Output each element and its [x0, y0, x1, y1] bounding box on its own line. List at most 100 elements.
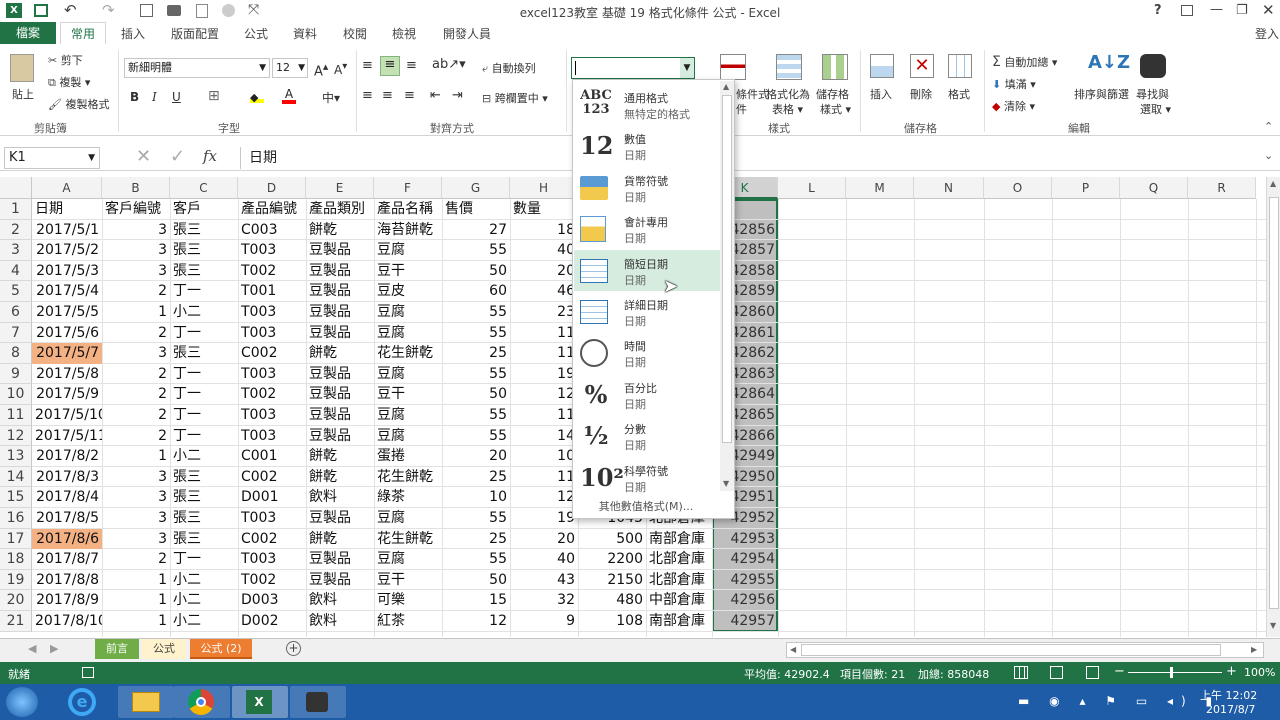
row-header[interactable]: 11 — [0, 405, 32, 426]
cell-d11[interactable]: T003 — [238, 405, 306, 426]
cell-d10[interactable]: T002 — [238, 384, 306, 405]
chrome-icon[interactable] — [174, 686, 230, 718]
cell-g11[interactable]: 55 — [442, 405, 510, 426]
cell-c6[interactable]: 小二 — [170, 302, 238, 323]
shrink-font-button[interactable]: A▾ — [334, 61, 347, 77]
tab-home[interactable]: 常用 — [60, 22, 106, 45]
cell-e9[interactable]: 豆製品 — [306, 364, 374, 385]
more-number-formats[interactable]: 其他數值格式(M)... — [573, 498, 719, 514]
cell-g15[interactable]: 10 — [442, 487, 510, 508]
cell-a15[interactable]: 2017/8/4 — [32, 487, 102, 508]
number-format-option[interactable]: 10² 科學符號 日期 — [574, 457, 720, 498]
camera-icon[interactable] — [167, 5, 181, 16]
page-layout-view-icon[interactable] — [1050, 666, 1063, 679]
cell-j18[interactable]: 北部倉庫 — [646, 549, 712, 570]
format-painter-button[interactable]: 🖌 複製格式 — [48, 96, 109, 112]
restore-button[interactable]: ❐ — [1236, 3, 1248, 18]
cell-e13[interactable]: 餅乾 — [306, 446, 374, 467]
row-header[interactable]: 18 — [0, 549, 32, 570]
zoom-out-button[interactable]: − — [1114, 664, 1125, 679]
cell-f14[interactable]: 花生餅乾 — [374, 467, 442, 488]
macro-record-icon[interactable] — [82, 667, 94, 678]
column-header-a[interactable]: A — [32, 177, 102, 199]
scroll-left-icon[interactable]: ◀ — [790, 645, 796, 654]
number-format-option[interactable]: 詳細日期 日期 — [574, 291, 720, 332]
qat-icon-1[interactable] — [140, 4, 153, 17]
cell-d6[interactable]: T003 — [238, 302, 306, 323]
cell-f6[interactable]: 豆腐 — [374, 302, 442, 323]
cell-a12[interactable]: 2017/5/11 — [32, 426, 102, 447]
column-header-e[interactable]: E — [306, 177, 374, 199]
cell-h5[interactable]: 46 — [510, 281, 578, 302]
font-name-select[interactable]: 新細明體 ▼ — [124, 58, 270, 78]
cell-a9[interactable]: 2017/5/8 — [32, 364, 102, 385]
vertical-scrollbar[interactable]: ▲ ▼ — [1266, 177, 1280, 637]
cell-g5[interactable]: 60 — [442, 281, 510, 302]
copy-button[interactable]: ⧉ 複製 ▾ — [48, 74, 90, 90]
number-format-option[interactable]: 12 數值 日期 — [574, 125, 720, 166]
cell-h2[interactable]: 18 — [510, 220, 578, 241]
number-format-option[interactable]: ½ 分數 日期 — [574, 415, 720, 456]
cell-c14[interactable]: 張三 — [170, 467, 238, 488]
cell-g13[interactable]: 20 — [442, 446, 510, 467]
save-icon[interactable] — [34, 4, 48, 17]
decrease-indent-icon[interactable]: ⇤ — [430, 88, 441, 103]
cell-c11[interactable]: 丁一 — [170, 405, 238, 426]
orientation-icon[interactable]: ab↗▾ — [432, 57, 466, 72]
cell-e2[interactable]: 餅乾 — [306, 220, 374, 241]
italic-button[interactable]: I — [152, 90, 157, 104]
start-button[interactable] — [6, 687, 38, 717]
cell-e7[interactable]: 豆製品 — [306, 323, 374, 344]
qat-icon-4[interactable]: ⤧ — [248, 2, 259, 18]
cell-b5[interactable]: 2 — [102, 281, 170, 302]
cell-j19[interactable]: 北部倉庫 — [646, 570, 712, 591]
cell-g19[interactable]: 50 — [442, 570, 510, 591]
number-format-option[interactable]: 簡短日期 日期 — [574, 249, 720, 291]
cell-c20[interactable]: 小二 — [170, 590, 238, 611]
cell-k18[interactable]: 42954 — [712, 549, 778, 570]
cell-f1[interactable]: 產品名稱 — [374, 199, 442, 220]
sheet-tab-intro[interactable]: 前言 — [95, 639, 139, 659]
cell-h16[interactable]: 19 — [510, 508, 578, 529]
row-header[interactable]: 1 — [0, 199, 32, 220]
cell-k21[interactable]: 42957 — [712, 611, 778, 632]
autosum-button[interactable]: Σ 自動加總 ▾ — [992, 54, 1057, 70]
paste-icon[interactable] — [10, 54, 34, 82]
cell-a7[interactable]: 2017/5/6 — [32, 323, 102, 344]
cell-a2[interactable]: 2017/5/1 — [32, 220, 102, 241]
cell-a21[interactable]: 2017/8/10 — [32, 611, 102, 632]
column-header-c[interactable]: C — [170, 177, 238, 199]
cell-b6[interactable]: 1 — [102, 302, 170, 323]
format-cells-icon[interactable] — [948, 54, 972, 78]
cell-h10[interactable]: 12 — [510, 384, 578, 405]
cell-b17[interactable]: 3 — [102, 529, 170, 550]
cell-f12[interactable]: 豆腐 — [374, 426, 442, 447]
cell-h21[interactable]: 9 — [510, 611, 578, 632]
column-header-q[interactable]: Q — [1120, 177, 1188, 199]
cell-e17[interactable]: 餅乾 — [306, 529, 374, 550]
tab-insert[interactable]: 插入 — [121, 25, 145, 42]
cell-c4[interactable]: 張三 — [170, 261, 238, 282]
cell-k17[interactable]: 42953 — [712, 529, 778, 550]
fill-color-icon[interactable]: ◆ — [250, 91, 264, 104]
cell-k19[interactable]: 42955 — [712, 570, 778, 591]
collapse-ribbon-icon[interactable]: ⌃ — [1264, 120, 1273, 133]
cell-a17[interactable]: 2017/8/6 — [32, 528, 102, 550]
cell-f2[interactable]: 海苔餅乾 — [374, 220, 442, 241]
cell-g21[interactable]: 12 — [442, 611, 510, 632]
column-header-g[interactable]: G — [442, 177, 510, 199]
qat-icon-3[interactable] — [222, 4, 235, 17]
cell-h9[interactable]: 19 — [510, 364, 578, 385]
cell-a4[interactable]: 2017/5/3 — [32, 261, 102, 282]
row-header[interactable]: 7 — [0, 322, 32, 344]
column-header-r[interactable]: R — [1188, 177, 1256, 199]
row-header[interactable]: 13 — [0, 446, 32, 467]
name-box[interactable]: K1 ▼ — [4, 147, 100, 169]
phonetic-icon[interactable]: 中▾ — [322, 89, 340, 106]
cancel-icon[interactable]: ✕ — [136, 146, 151, 167]
cell-f15[interactable]: 綠茶 — [374, 487, 442, 508]
cell-g6[interactable]: 55 — [442, 302, 510, 323]
cell-h6[interactable]: 23 — [510, 302, 578, 323]
cell-h1[interactable]: 數量 — [510, 199, 578, 220]
tab-view[interactable]: 檢視 — [392, 25, 416, 42]
